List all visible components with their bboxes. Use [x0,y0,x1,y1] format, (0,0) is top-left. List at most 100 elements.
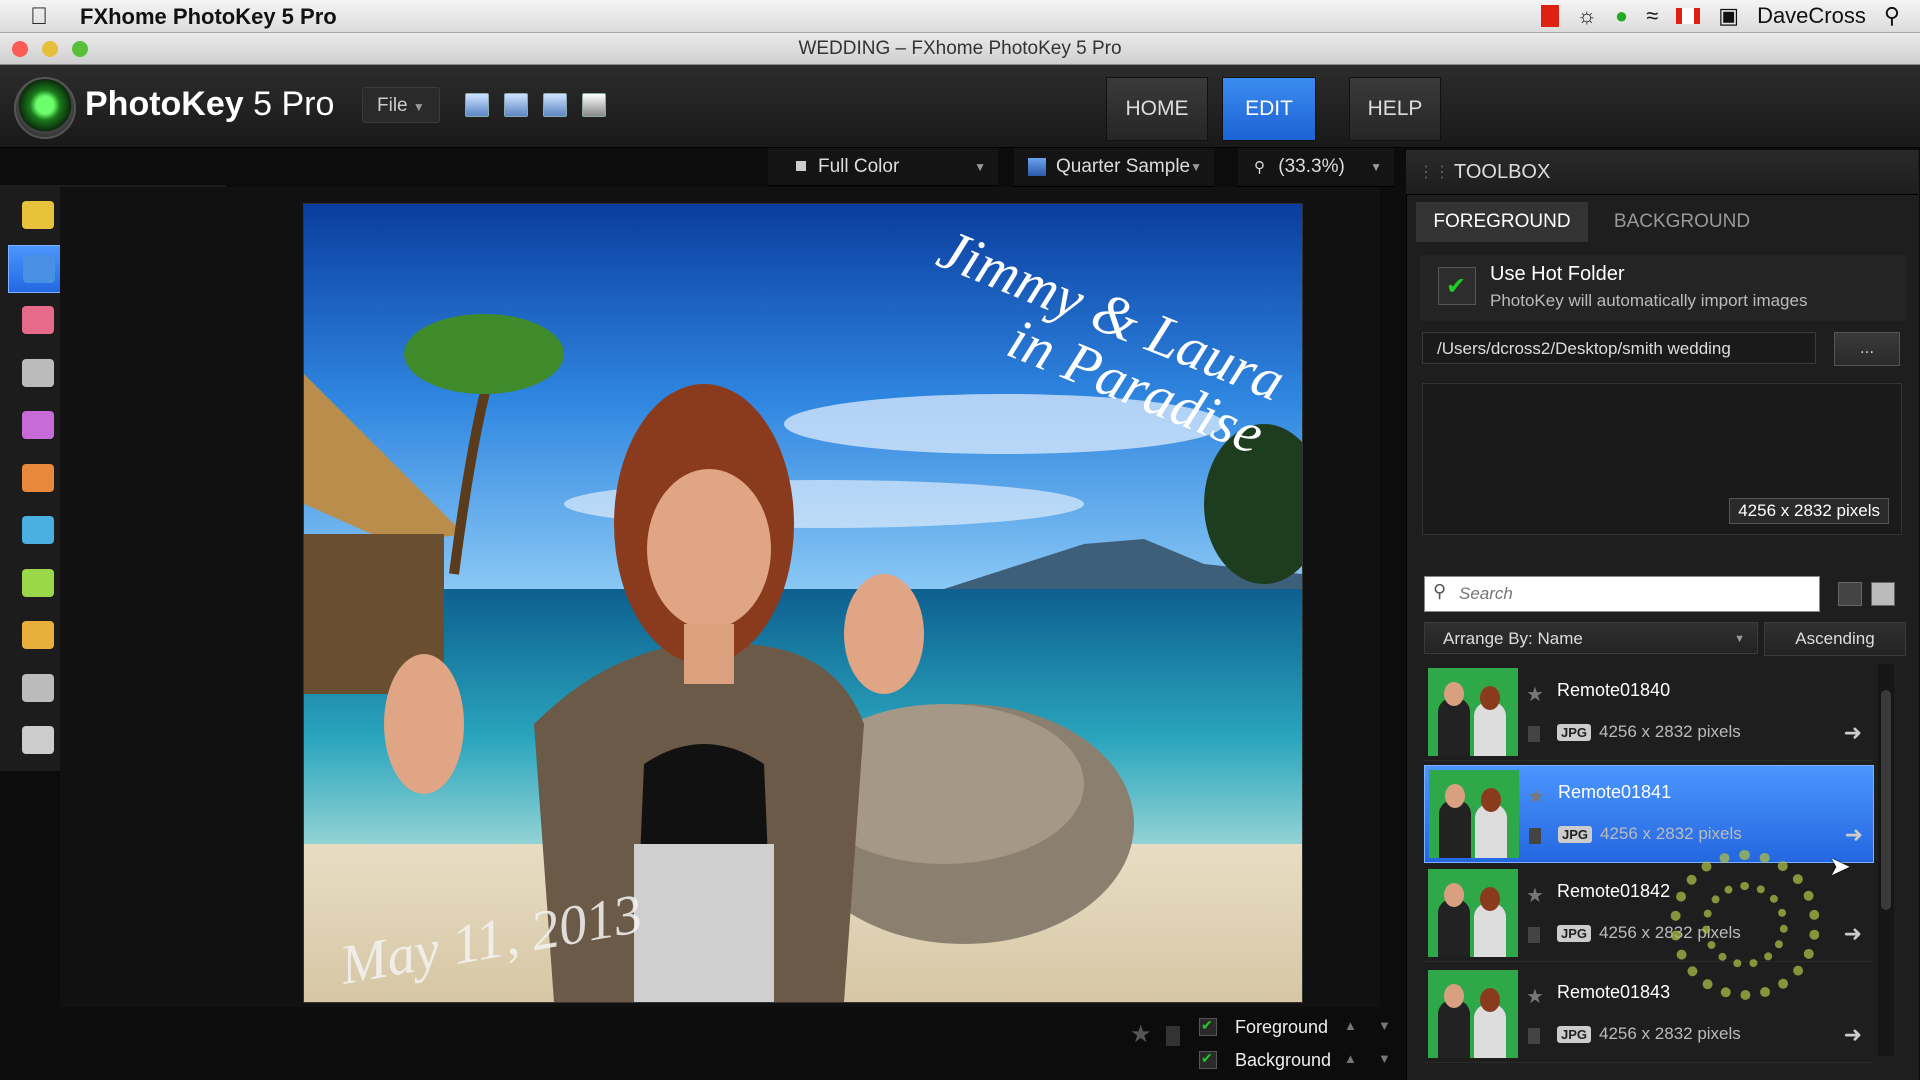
background-visible-checkbox[interactable]: ✔ [1199,1050,1217,1069]
apple-icon[interactable]:  [30,3,48,31]
tab-background[interactable]: BACKGROUND [1596,202,1768,242]
search-input[interactable] [1457,579,1811,609]
drag-handle-icon[interactable]: ⋮⋮ [1418,162,1450,182]
foreground-down-icon[interactable]: ▼ [1378,1018,1391,1033]
foreground-up-icon[interactable]: ▲ [1344,1018,1357,1033]
effects-icon [22,568,54,597]
import-icon [23,254,55,283]
print-icon[interactable] [582,93,606,117]
window-title: WEDDING – FXhome PhotoKey 5 Pro [798,38,1122,59]
masks-icon [22,358,54,387]
zoom-icon: ⚲ [1254,159,1265,176]
help-button[interactable]: HELP [1349,77,1441,141]
minimize-window-button[interactable] [42,41,58,57]
color-mode-icon [796,161,806,171]
file-list-item[interactable]: ★ Remote01841 JPG 4256 x 2832 pixels ➜ [1424,764,1874,863]
chevron-down-icon: ▼ [1734,633,1745,645]
background-up-icon[interactable]: ▲ [1344,1051,1357,1066]
foreground-layer-label: Foreground [1235,1017,1329,1037]
zoom-dropdown[interactable]: ⚲ (33.3%) ▼ [1238,148,1394,187]
favorite-star-icon[interactable]: ★ [1526,883,1544,908]
file-copy-icon[interactable] [1528,1027,1540,1044]
color-mode-dropdown[interactable]: Full Color ▼ [768,148,998,186]
load-arrow-icon[interactable]: ➜ [1845,822,1863,848]
file-list-item[interactable]: ★ Remote01843 JPG 4256 x 2832 pixels ➜ [1424,966,1872,1063]
sort-order-button[interactable]: Ascending [1764,622,1906,656]
position-icon [22,463,54,492]
file-copy-icon[interactable] [1528,726,1540,742]
overlay-icon [22,621,54,649]
key-icon [22,306,54,334]
list-view-icon[interactable] [1838,582,1862,606]
load-arrow-icon[interactable]: ➜ [1844,921,1862,947]
close-window-button[interactable] [12,41,28,57]
toolbox-header: ⋮⋮ TOOLBOX [1406,150,1918,195]
edit-button[interactable]: EDIT [1222,77,1316,141]
email-icon[interactable] [543,93,567,117]
display-icon[interactable]: ▣ [1718,3,1739,29]
file-type-badge: JPG [1557,1025,1592,1043]
file-copy-icon[interactable] [1528,927,1540,943]
browse-folder-button[interactable]: ... [1834,332,1900,366]
file-thumbnail [1428,969,1518,1058]
sync-icon[interactable]: ● [1615,3,1628,29]
photokey-logo-icon [14,77,76,139]
file-copy-icon[interactable] [1529,827,1541,844]
sample-icon [1028,158,1046,176]
sample-value: Quarter Sample [1056,156,1191,177]
export-image-icon[interactable] [504,93,528,117]
composite-canvas[interactable]: Jimmy & Laura in Paradise May 11, 2013 [303,203,1303,1003]
file-type-badge: JPG [1558,825,1593,843]
flag-icon[interactable] [1676,8,1701,24]
favorite-star-icon[interactable]: ★ [1526,984,1544,1009]
app-logo-text: PhotoKey 5 Pro [85,85,335,123]
hot-folder-checkbox[interactable]: ✔ [1438,267,1476,305]
canvas-icon [22,201,54,229]
file-name: Remote01841 [1558,781,1672,802]
file-thumbnail [1428,869,1518,957]
scrollbar-thumb[interactable] [1881,690,1891,910]
foreground-visible-checkbox[interactable]: ✔ [1199,1017,1217,1036]
hot-folder-description: PhotoKey will automatically import image… [1490,291,1808,310]
arrange-by-dropdown[interactable]: Arrange By: Name ▼ [1424,622,1758,654]
hot-folder-path-input[interactable]: /Users/dcross2/Desktop/smith wedding [1422,332,1816,364]
load-arrow-icon[interactable]: ➜ [1844,720,1862,746]
favorite-star-icon[interactable]: ★ [1527,784,1545,809]
preview-size-label: 4256 x 2832 pixels [1729,498,1889,524]
search-icon: ⚲ [1433,581,1447,601]
menu-bar:  FXhome PhotoKey 5 Pro ☼ ● ≈ ▣ DaveCros… [0,0,1920,33]
battery-icon[interactable] [1540,5,1559,27]
favorite-star-icon[interactable]: ★ [1130,1020,1152,1049]
hot-folder-section: ✔ Use Hot Folder PhotoKey will automatic… [1420,255,1906,321]
search-icon[interactable]: ⚲ [1884,3,1900,29]
composite-image: Jimmy & Laura in Paradise May 11, 2013 [304,204,1302,1002]
layers-icon [22,516,54,544]
user-name[interactable]: DaveCross [1757,3,1866,29]
zoom-window-button[interactable] [72,41,88,57]
detail-view-icon[interactable] [1871,582,1895,606]
file-name: Remote01843 [1557,981,1671,1002]
text-icon [22,673,54,702]
color-mode-value: Full Color [818,156,900,177]
search-field[interactable]: ⚲ [1424,576,1820,612]
toolbox-title: TOOLBOX [1454,161,1551,183]
background-down-icon[interactable]: ▼ [1378,1051,1391,1066]
chevron-down-icon: ▼ [974,160,986,174]
file-menu-button[interactable]: File ▼ [362,87,440,123]
home-button[interactable]: HOME [1106,77,1208,141]
file-list-item[interactable]: ★ Remote01840 JPG 4256 x 2832 pixels ➜ [1424,664,1872,761]
favorite-star-icon[interactable]: ★ [1526,682,1544,707]
file-name: Remote01842 [1557,881,1671,901]
load-arrow-icon[interactable]: ➜ [1844,1022,1862,1048]
save-icon[interactable] [465,93,489,117]
sample-dropdown[interactable]: Quarter Sample ▼ [1014,148,1214,187]
file-list-scrollbar[interactable] [1878,664,1894,1056]
chevron-down-icon: ▼ [1370,160,1382,174]
wifi-icon[interactable]: ≈ [1646,3,1658,29]
creative-icon[interactable]: ☼ [1577,3,1597,29]
tab-foreground[interactable]: FOREGROUND [1416,202,1588,242]
app-header: PhotoKey 5 Pro File ▼ HOME EDIT HELP [0,65,1920,148]
app-menu-name[interactable]: FXhome PhotoKey 5 Pro [80,4,337,30]
background-layer-label: Background [1235,1050,1332,1070]
copy-icon[interactable] [1166,1026,1180,1046]
